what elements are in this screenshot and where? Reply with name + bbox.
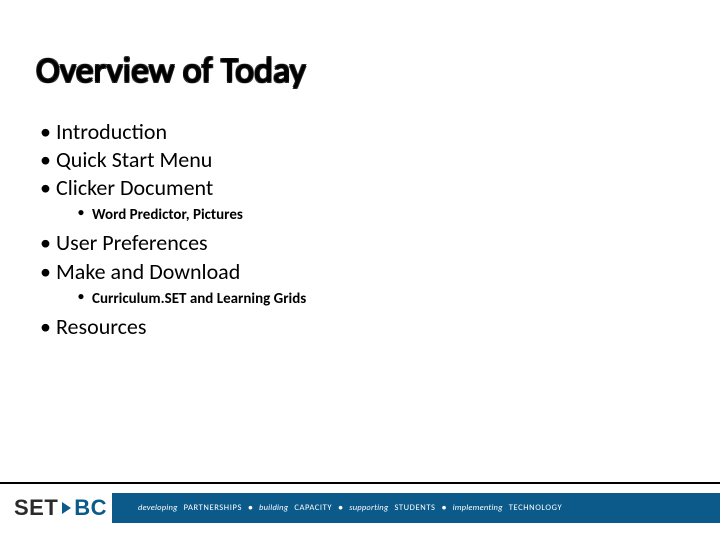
footer-word: TECHNOLOGY [509, 503, 563, 513]
list-item-label: Make and Download [56, 258, 240, 285]
sub-list: Curriculum.SET and Learning Grids [78, 289, 680, 310]
slide: Overview of Today Introduction Quick Sta… [0, 0, 720, 540]
footer-word: CAPACITY [294, 503, 332, 513]
footer-bar: developing PARTNERSHIPS ● building CAPAC… [112, 493, 720, 523]
footer-word: developing [138, 503, 178, 513]
list-item: Introduction [40, 118, 680, 146]
list-item: User Preferences [40, 229, 680, 257]
triangle-icon [62, 502, 71, 514]
footer-word: building [259, 503, 288, 513]
logo-text-bc: BC [74, 495, 107, 521]
list-item: Resources [40, 313, 680, 341]
slide-body: Introduction Quick Start Menu Clicker Do… [40, 118, 680, 341]
list-item: Curriculum.SET and Learning Grids [78, 289, 680, 310]
logo-text-set: SET [14, 495, 58, 521]
footer-word: PARTNERSHIPS [184, 503, 242, 513]
footer-word: implementing [453, 503, 503, 513]
list-item: Clicker Document Word Predictor, Picture… [40, 174, 680, 226]
slide-title: Overview of Today [36, 48, 306, 92]
dot-icon: ● [248, 503, 253, 513]
list-item: Make and Download Curriculum.SET and Lea… [40, 258, 680, 310]
list-item: Quick Start Menu [40, 146, 680, 174]
setbc-logo: SET BC [14, 493, 106, 523]
footer-word: supporting [349, 503, 388, 513]
dot-icon: ● [442, 503, 447, 513]
list-item: Word Predictor, Pictures [78, 205, 680, 226]
footer-word: STUDENTS [394, 503, 435, 513]
divider [0, 482, 720, 484]
list-item-label: Clicker Document [56, 174, 213, 201]
sub-list: Word Predictor, Pictures [78, 205, 680, 226]
dot-icon: ● [338, 503, 343, 513]
bullet-list: Introduction Quick Start Menu Clicker Do… [40, 118, 680, 341]
